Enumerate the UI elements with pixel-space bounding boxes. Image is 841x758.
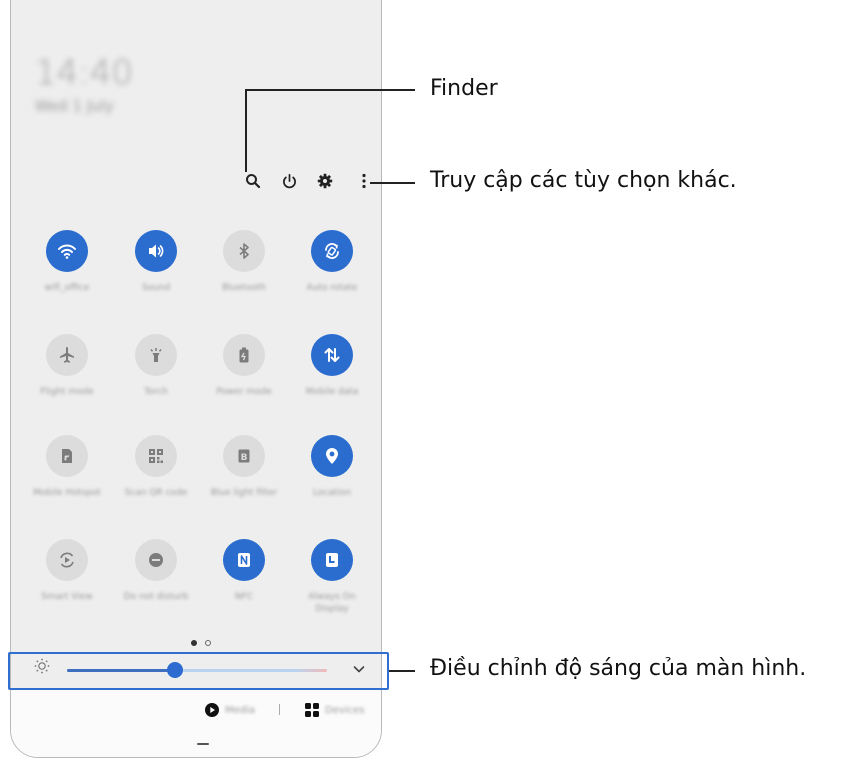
svg-text:B: B xyxy=(241,453,248,463)
tile-blue-light[interactable]: B Blue light filter xyxy=(209,435,279,499)
devices-grid-icon xyxy=(305,703,319,717)
tile-mobile-data[interactable]: Mobile data xyxy=(297,334,367,398)
tile-label: Bluetooth xyxy=(222,283,266,293)
devices-label: Devices xyxy=(325,704,365,716)
tile-label: Do not disturb xyxy=(123,592,189,602)
tile-label: Flight mode xyxy=(40,387,94,397)
torch-icon xyxy=(135,334,177,376)
more-callout-line xyxy=(370,182,415,184)
nfc-icon xyxy=(223,539,265,581)
finder-callout: Finder xyxy=(430,76,498,101)
status-clock: 14:40 xyxy=(35,53,133,93)
wifi-icon xyxy=(46,230,88,272)
airplane-icon xyxy=(46,334,88,376)
tile-wifi[interactable]: wifi_office xyxy=(32,230,102,294)
tile-hotspot[interactable]: Mobile Hotspot xyxy=(32,435,102,499)
battery-icon xyxy=(223,334,265,376)
tile-dnd[interactable]: Do not disturb xyxy=(121,539,191,603)
bottom-bar xyxy=(11,688,381,757)
more-options-callout: Truy cập các tùy chọn khác. xyxy=(430,168,737,193)
tile-label: Blue light filter xyxy=(210,488,278,498)
tile-torch[interactable]: Torch xyxy=(121,334,191,398)
tile-label: Auto rotate xyxy=(306,283,358,293)
tile-aod[interactable]: Always On Display xyxy=(297,539,367,615)
tile-nfc[interactable]: NFC xyxy=(209,539,279,603)
tile-flight-mode[interactable]: Flight mode xyxy=(32,334,102,398)
brightness-callout-line xyxy=(389,670,415,672)
tile-label: Location xyxy=(312,488,352,498)
tile-label: Mobile data xyxy=(305,387,359,397)
tile-bluetooth[interactable]: Bluetooth xyxy=(209,230,279,294)
tile-label: NFC xyxy=(234,592,254,602)
bluetooth-icon xyxy=(223,230,265,272)
tile-scan-qr[interactable]: Scan QR code xyxy=(121,435,191,499)
page-dot xyxy=(205,640,211,646)
hotspot-icon xyxy=(46,435,88,477)
dnd-icon xyxy=(135,539,177,581)
aod-icon xyxy=(311,539,353,581)
tile-label: Power mode xyxy=(216,387,272,397)
media-button[interactable]: Media xyxy=(205,703,255,717)
tile-label: wifi_office xyxy=(44,283,90,293)
tile-label: Mobile Hotspot xyxy=(33,488,101,498)
tile-location[interactable]: Location xyxy=(297,435,367,499)
media-label: Media xyxy=(225,704,256,716)
blue-light-icon: B xyxy=(223,435,265,477)
smart-view-icon xyxy=(46,539,88,581)
finder-callout-line-v xyxy=(245,89,247,172)
page-indicator xyxy=(191,640,211,646)
page-dot-active xyxy=(191,640,197,646)
divider xyxy=(279,704,280,715)
gear-icon[interactable] xyxy=(313,169,337,193)
tile-label: Sound xyxy=(141,283,171,293)
tile-smart-view[interactable]: Smart View xyxy=(32,539,102,603)
home-indicator xyxy=(197,743,209,745)
tile-sound[interactable]: Sound xyxy=(121,230,191,294)
brightness-highlight xyxy=(8,652,389,690)
play-icon xyxy=(205,703,219,717)
tile-power-mode[interactable]: Power mode xyxy=(209,334,279,398)
status-date: Wed 1 July xyxy=(35,97,114,115)
location-pin-icon xyxy=(311,435,353,477)
finder-callout-line-h xyxy=(245,89,415,91)
search-icon[interactable] xyxy=(241,169,265,193)
speaker-icon xyxy=(135,230,177,272)
tile-label: Torch xyxy=(144,387,168,397)
quick-panel: 14:40 Wed 1 July wifi_office Sound Bluet… xyxy=(10,0,382,758)
more-vertical-icon[interactable] xyxy=(352,169,376,193)
data-arrows-icon xyxy=(311,334,353,376)
tile-label: Always On Display xyxy=(308,592,356,614)
devices-button[interactable]: Devices xyxy=(305,703,364,717)
qr-icon xyxy=(135,435,177,477)
tile-label: Scan QR code xyxy=(124,488,188,498)
tile-auto-rotate[interactable]: Auto rotate xyxy=(297,230,367,294)
rotate-icon xyxy=(311,230,353,272)
tile-label: Smart View xyxy=(41,592,93,602)
brightness-callout: Điều chỉnh độ sáng của màn hình. xyxy=(430,656,807,681)
power-icon[interactable] xyxy=(277,169,301,193)
